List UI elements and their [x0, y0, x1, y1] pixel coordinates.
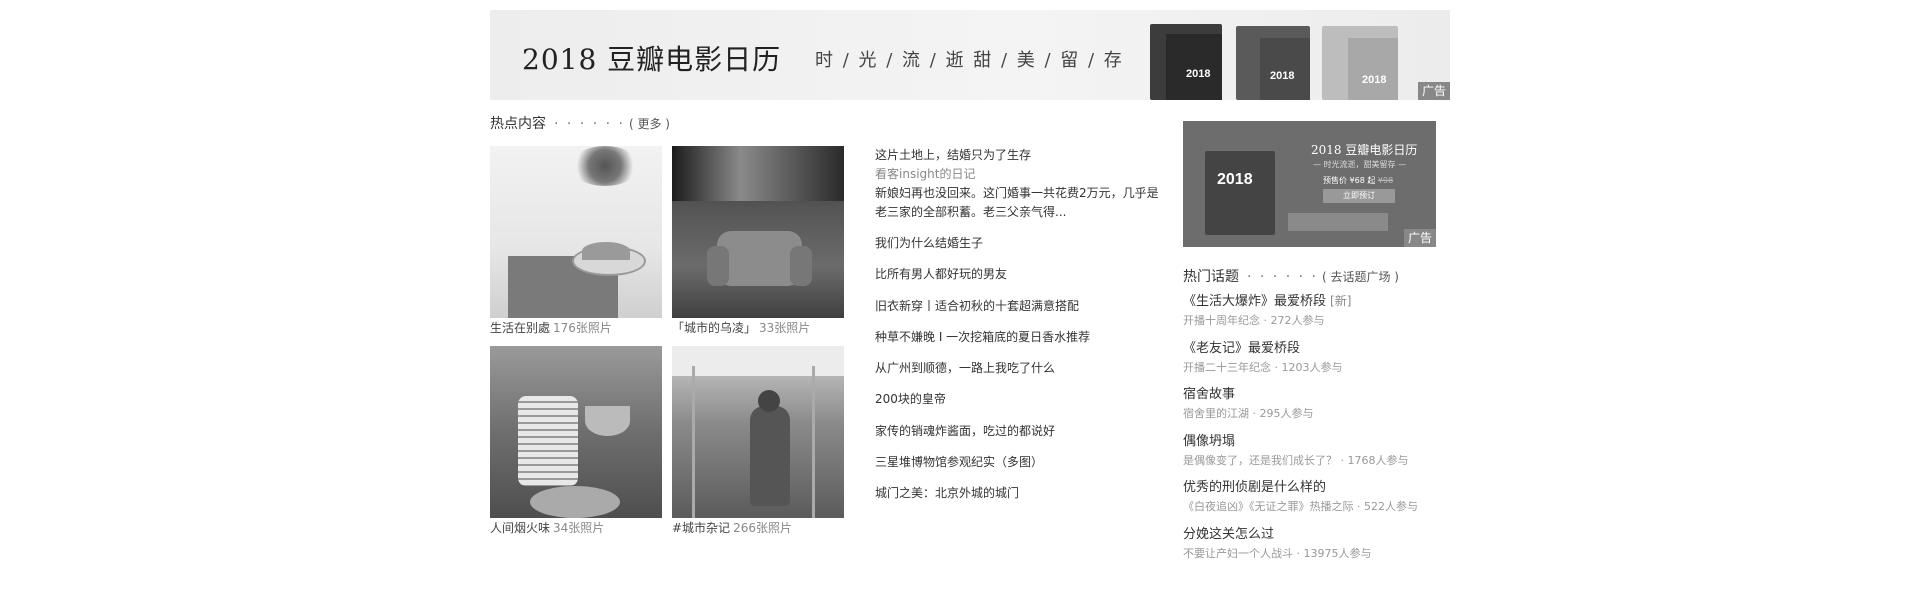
article-link-list: 我们为什么结婚生子 比所有男人都好玩的男友 旧衣新穿丨适合初秋的十套超满意搭配 …	[875, 234, 1090, 516]
preorder-button[interactable]: 立即预订	[1323, 189, 1395, 203]
photo-count: 34张照片	[553, 521, 605, 535]
featured-article-title[interactable]: 这片土地上，结婚只为了生存	[875, 146, 1165, 165]
more-link[interactable]: 更多	[637, 117, 661, 131]
page: 2018 豆瓣电影日历 时 / 光 / 流 / 逝 甜 / 美 / 留 / 存 …	[0, 0, 1920, 592]
article-link[interactable]: 三星堆博物馆参观纪实（多图）	[875, 453, 1090, 484]
hot-topics-title: 热门话题	[1183, 269, 1239, 285]
topic-square-link[interactable]: 去话题广场	[1330, 270, 1390, 284]
new-badge: [新]	[1330, 294, 1352, 308]
topic-item: 《老友记》最爱桥段 开播二十三年纪念 · 1203人参与	[1183, 337, 1418, 384]
calendar-light-image: 2018	[1322, 26, 1398, 100]
topic-item: 优秀的刑侦剧是什么样的 《白夜追凶》《无证之罪》热播之际 · 522人参与	[1183, 476, 1418, 523]
featured-article: 这片土地上，结婚只为了生存 看客insight的日记 新娘妇再也没回来。这门婚事…	[875, 146, 1165, 222]
article-link[interactable]: 比所有男人都好玩的男友	[875, 265, 1090, 296]
album-photo-still-life[interactable]	[490, 146, 662, 318]
topic-title[interactable]: 《老友记》最爱桥段	[1183, 341, 1300, 356]
hot-content-title: 热点内容	[490, 116, 546, 132]
top-banner-ad[interactable]: 2018 豆瓣电影日历 时 / 光 / 流 / 逝 甜 / 美 / 留 / 存 …	[490, 10, 1450, 100]
topic-item: 宿舍故事 宿舍里的江湖 · 295人参与	[1183, 383, 1418, 430]
topic-meta: 开播十周年纪念 · 272人参与	[1183, 314, 1325, 327]
banner-slogan: 时 / 光 / 流 / 逝 甜 / 美 / 留 / 存	[815, 50, 1124, 71]
album-photo-kitchen[interactable]	[490, 346, 662, 518]
article-link[interactable]: 200块的皇帝	[875, 390, 1090, 421]
topic-meta: 是偶像变了，还是我们成长了？ · 1768人参与	[1183, 453, 1409, 467]
topic-title[interactable]: 偶像坍塌	[1183, 434, 1235, 449]
album-name[interactable]: 人间烟火味	[490, 521, 550, 535]
side-ad-slogan: — 时光流逝，甜美留存 —	[1313, 160, 1407, 169]
heading-dots: · · · · · ·	[1247, 269, 1318, 285]
album-photo-abandoned-room[interactable]	[672, 146, 844, 318]
album-tile[interactable]: 人间烟火味 34张照片	[490, 346, 662, 536]
topic-title[interactable]: 分娩这关怎么过	[1183, 527, 1274, 542]
album-photo-subway[interactable]	[672, 346, 844, 518]
heading-dots: · · · · · ·	[554, 116, 625, 132]
album-tile[interactable]: 「城市的乌凌」 33张照片	[672, 146, 844, 336]
featured-article-abstract: 新娘妇再也没回来。这门婚事一共花费2万元，几乎是老三家的全部积蓄。老三父亲气得.…	[875, 186, 1159, 219]
featured-article-author[interactable]: 看客insight的日记	[875, 165, 1165, 184]
calendar-dark-image: 2018	[1150, 24, 1222, 100]
topic-title[interactable]: 《生活大爆炸》最爱桥段	[1183, 294, 1326, 309]
hot-topics-heading: 热门话题 · · · · · ·( 去话题广场 )	[1183, 269, 1399, 285]
banner-title: 2018 豆瓣电影日历	[522, 43, 782, 76]
side-ad-title: 2018 豆瓣电影日历	[1311, 143, 1418, 157]
article-link[interactable]: 城门之美：北京外城的城门	[875, 484, 1090, 515]
topic-meta: 宿舍里的江湖 · 295人参与	[1183, 407, 1314, 420]
topic-title[interactable]: 优秀的刑侦剧是什么样的	[1183, 480, 1326, 495]
album-name[interactable]: 「城市的乌凌」	[672, 321, 756, 335]
album-tile[interactable]: 生活在别處 176张照片	[490, 146, 662, 336]
photo-count: 33张照片	[759, 321, 811, 335]
photo-count: 266张照片	[733, 521, 792, 535]
article-link[interactable]: 从广州到顺德，一路上我吃了什么	[875, 359, 1090, 390]
topic-title[interactable]: 宿舍故事	[1183, 387, 1235, 402]
topic-meta: 开播二十三年纪念 · 1203人参与	[1183, 360, 1343, 374]
album-tile[interactable]: #城市杂记 266张照片	[672, 346, 844, 536]
topic-item: 分娩这关怎么过 不要让产妇一个人战斗 · 13975人参与	[1183, 523, 1418, 570]
topic-item: 偶像坍塌 是偶像变了，还是我们成长了？ · 1768人参与	[1183, 430, 1418, 477]
topic-meta: 不要让产妇一个人战斗 · 13975人参与	[1183, 546, 1372, 560]
article-link[interactable]: 我们为什么结婚生子	[875, 234, 1090, 265]
side-ad-price: 预售价 ¥68 起 ¥98	[1323, 176, 1394, 185]
topic-meta: 《白夜追凶》《无证之罪》热播之际 · 522人参与	[1183, 500, 1418, 513]
photo-count: 176张照片	[553, 321, 612, 335]
article-link[interactable]: 种草不嫌晚 I 一次挖箱底的夏日香水推荐	[875, 328, 1090, 359]
topic-list: 《生活大爆炸》最爱桥段 [新] 开播十周年纪念 · 272人参与 《老友记》最爱桥…	[1183, 290, 1418, 569]
article-link[interactable]: 家传的销魂炸酱面，吃过的都说好	[875, 422, 1090, 453]
topic-item: 《生活大爆炸》最爱桥段 [新] 开播十周年纪念 · 272人参与	[1183, 290, 1418, 337]
hot-content-heading: 热点内容 · · · · · ·( 更多 )	[490, 116, 670, 132]
calendar-image: 2018	[1205, 151, 1275, 235]
side-calendar-ad[interactable]: 2018 2018 豆瓣电影日历 — 时光流逝，甜美留存 — 预售价 ¥68 起…	[1183, 121, 1436, 247]
article-link[interactable]: 旧衣新穿丨适合初秋的十套超满意搭配	[875, 297, 1090, 328]
calendar-gray-image: 2018	[1236, 26, 1310, 100]
notebook-image	[1288, 213, 1388, 231]
album-name[interactable]: #城市杂记	[672, 521, 730, 535]
ad-badge: 广告	[1403, 229, 1436, 247]
album-name[interactable]: 生活在别處	[490, 321, 550, 335]
ad-badge: 广告	[1417, 82, 1450, 100]
